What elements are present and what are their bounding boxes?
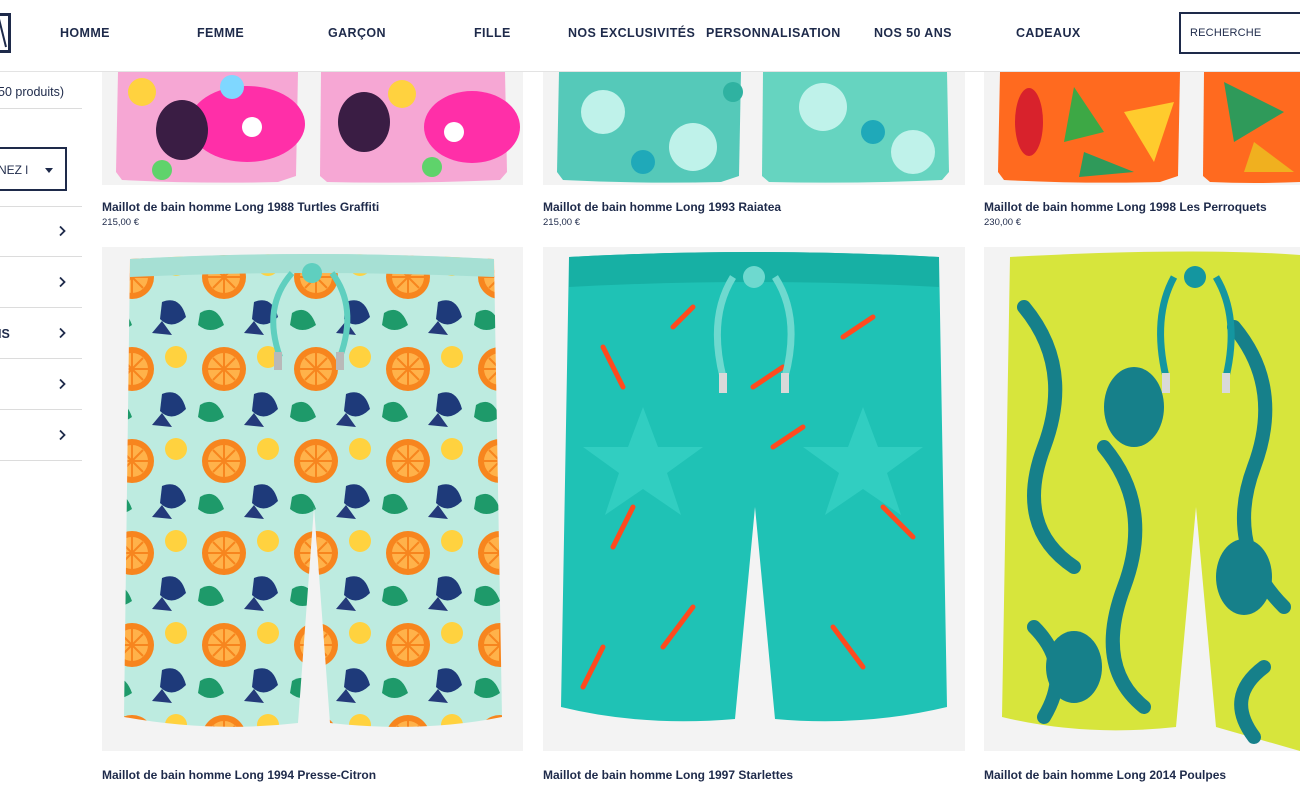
product-name[interactable]: Maillot de bain homme Long 1988 Turtles … [102,200,379,214]
nav-cadeaux[interactable]: CADEAUX [1016,26,1081,40]
product-image-raiatea[interactable] [543,72,965,185]
product-count: 50 produits) [0,85,65,99]
product-image-perroquets[interactable] [984,72,1300,185]
chevron-right-icon [56,378,68,390]
product-image-presse-citron[interactable] [102,247,523,751]
product-price: 230,00 € [984,217,1021,228]
chevron-right-icon [56,429,68,441]
product-image-starlettes[interactable] [543,247,965,751]
nav-nos-50-ans[interactable]: NOS 50 ANS [874,26,952,40]
nav-femme[interactable]: FEMME [197,26,244,40]
sort-dropdown-label: NEZ l [0,163,28,177]
top-header: HOMME FEMME GARÇON FILLE NOS EXCLUSIVITÉ… [0,0,1300,72]
filter-item-1[interactable] [0,206,82,257]
chevron-right-icon [56,327,68,339]
sort-dropdown[interactable]: NEZ l [0,147,67,191]
product-name[interactable]: Maillot de bain homme Long 2014 Poulpes [984,768,1226,782]
nav-personnalisation[interactable]: PERSONNALISATION [706,26,841,40]
filter-item-4[interactable] [0,359,82,410]
nav-fille[interactable]: FILLE [474,26,511,40]
product-name[interactable]: Maillot de bain homme Long 1994 Presse-C… [102,768,376,782]
chevron-right-icon [56,225,68,237]
product-image-poulpes[interactable] [984,247,1300,751]
product-name[interactable]: Maillot de bain homme Long 1997 Starlett… [543,768,793,782]
product-price: 215,00 € [102,217,139,228]
search-input[interactable]: RECHERCHE [1179,12,1300,54]
nav-homme[interactable]: HOMME [60,26,110,40]
filter-label: IS [0,327,10,341]
product-name[interactable]: Maillot de bain homme Long 1993 Raiatea [543,200,781,214]
product-price: 215,00 € [543,217,580,228]
caret-down-icon [45,168,53,173]
filter-item-2[interactable] [0,257,82,308]
brand-logo[interactable] [0,13,11,53]
logo-mark-icon [0,18,7,48]
product-name[interactable]: Maillot de bain homme Long 1998 Les Perr… [984,200,1267,214]
divider [0,108,82,109]
filter-item-3[interactable]: IS [0,308,82,359]
filter-item-5[interactable] [0,410,82,461]
nav-garcon[interactable]: GARÇON [328,26,386,40]
product-image-turtles-graffiti[interactable] [102,72,523,185]
nav-nos-exclusivites[interactable]: NOS EXCLUSIVITÉS [568,26,695,40]
chevron-right-icon [56,276,68,288]
